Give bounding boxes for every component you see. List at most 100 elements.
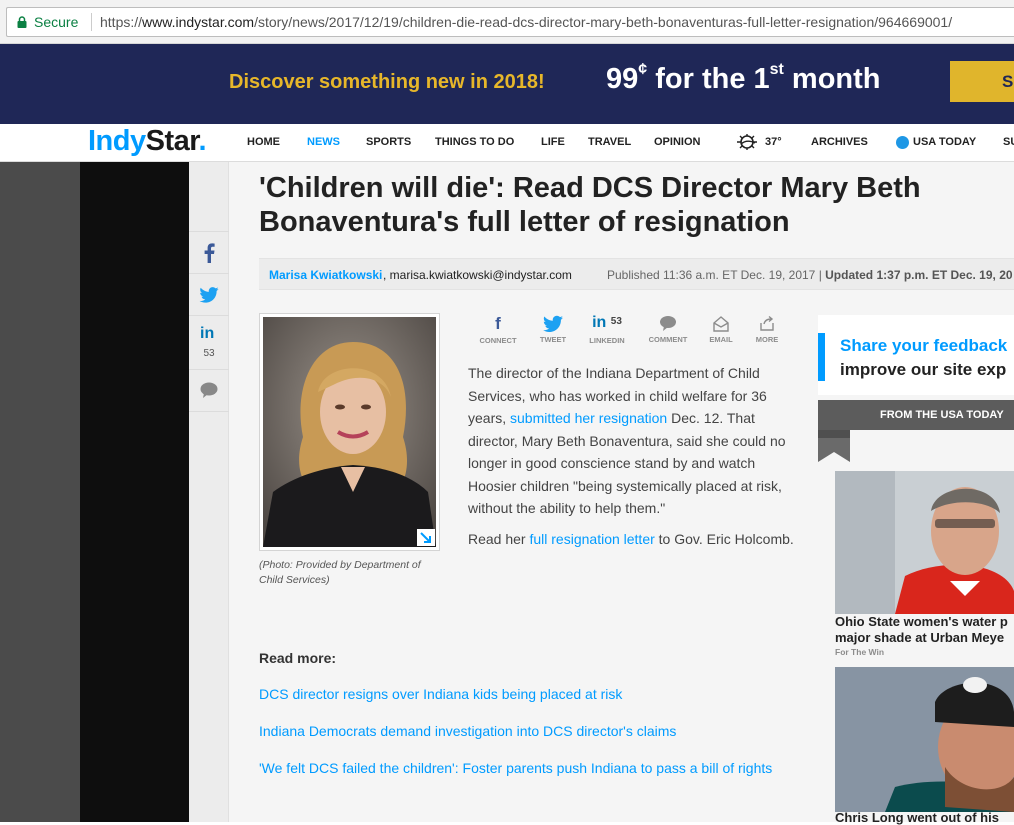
photo-caption: (Photo: Provided by Department of Child … (259, 559, 421, 586)
share-tweet-button[interactable]: TWEET (530, 314, 576, 344)
promo-cent: ¢ (638, 61, 648, 78)
nav-usa-today[interactable]: USA TODAY (913, 136, 976, 148)
weather-icon[interactable] (733, 133, 763, 151)
logo-indy: Indy (88, 125, 146, 157)
promo-banner[interactable]: Discover something new in 2018! 99¢ for … (0, 44, 1014, 124)
rail-spacer (189, 162, 229, 232)
coach-photo (835, 471, 1014, 614)
article-photo[interactable] (259, 313, 440, 551)
comment-icon (200, 382, 218, 398)
share-linkedin-label: LINKEDIN (589, 336, 625, 345)
nav-subscribe[interactable]: SU (1003, 136, 1014, 148)
article-paragraph-2: Read her full resignation letter to Gov.… (468, 531, 798, 547)
rail-linkedin-button[interactable]: in 53 (189, 316, 229, 370)
published-label: Published 11:36 a.m. ET Dec. 19, 2017 | (607, 268, 826, 282)
story-card-1-title[interactable]: Ohio State women's water p major shade at… (835, 614, 1014, 646)
full-resignation-letter-link[interactable]: full resignation letter (529, 531, 654, 547)
promo-offer-end: month (783, 63, 881, 95)
feedback-line-2: improve our site exp (840, 360, 1007, 379)
subscribe-button-label: Su (1002, 72, 1014, 91)
share-linkedin-button[interactable]: in 53 LINKEDIN (584, 314, 630, 345)
left-gutter-black (80, 162, 189, 822)
share-tweet-label: TWEET (539, 335, 567, 344)
browser-address-bar: Secure https://www.indystar.com/story/ne… (0, 0, 1014, 44)
share-comment-button[interactable]: COMMENT (645, 314, 691, 344)
facebook-icon (204, 243, 215, 263)
read-more-link-1[interactable]: DCS director resigns over Indiana kids b… (259, 686, 622, 702)
story-card-1-image[interactable] (835, 471, 1014, 614)
promo-headline: Discover something new in 2018! (229, 71, 545, 93)
nav-things-to-do[interactable]: THINGS TO DO (435, 136, 514, 148)
left-gutter-gray (0, 162, 80, 822)
feedback-line-1[interactable]: Share your feedback (840, 336, 1007, 356)
linkedin-icon: in (200, 325, 215, 342)
portrait-image (263, 317, 436, 547)
article-headline: 'Children will die': Read DCS Director M… (259, 172, 921, 238)
secure-label: Secure (34, 14, 79, 30)
story-card-1-title-line-1: Ohio State women's water p (835, 614, 1008, 629)
nav-sports[interactable]: SPORTS (366, 136, 411, 148)
rail-facebook-button[interactable] (189, 232, 229, 274)
url-scheme: https:// (100, 14, 143, 30)
article-paragraph-1: The director of the Indiana Department o… (468, 362, 798, 520)
story-card-2-image[interactable] (835, 667, 1014, 812)
share-email-label: EMAIL (709, 335, 733, 344)
read-more-link-3[interactable]: 'We felt DCS failed the children': Foste… (259, 760, 772, 776)
share-more-label: MORE (755, 335, 779, 344)
story-card-2-title[interactable]: Chris Long went out of his (835, 810, 1014, 825)
usa-today-dot-icon (896, 136, 909, 149)
nav-archives[interactable]: ARCHIVES (811, 136, 868, 148)
share-connect-button[interactable]: f CONNECT (475, 314, 521, 345)
url-path: /story/news/2017/12/19/children-die-read… (254, 14, 953, 30)
logo-dot: . (198, 125, 207, 157)
url-text[interactable]: https://www.indystar.com/story/news/2017… (100, 14, 952, 30)
nav-opinion[interactable]: OPINION (654, 136, 700, 148)
photo-of-director (263, 317, 436, 547)
comment-icon (660, 316, 676, 331)
twitter-icon (543, 315, 563, 332)
linkedin-icon: in (592, 314, 607, 331)
read-more-heading: Read more: (259, 650, 337, 666)
author-link[interactable]: Marisa Kwiatkowski (269, 268, 382, 282)
linkedin-icon-wrap: in 53 (584, 314, 630, 334)
share-arrow-icon (760, 315, 774, 331)
share-linkedin-count: 53 (610, 316, 622, 327)
paragraph-2-text-a: Read her (468, 531, 530, 547)
read-more-link-2[interactable]: Indiana Democrats demand investigation i… (259, 723, 676, 739)
nav-life[interactable]: LIFE (541, 136, 565, 148)
nav-temperature[interactable]: 37° (765, 136, 782, 148)
share-more-button[interactable]: MORE (744, 314, 790, 344)
site-nav: IndyStar. HOME NEWS SPORTS THINGS TO DO … (0, 124, 1014, 162)
lock-icon (17, 16, 27, 28)
email-icon (713, 316, 729, 332)
feedback-accent-bar (818, 333, 825, 381)
url-box[interactable]: Secure https://www.indystar.com/story/ne… (6, 7, 1014, 37)
player-photo (835, 667, 1014, 812)
subscribe-button[interactable]: Su (950, 61, 1014, 102)
twitter-icon (199, 287, 219, 303)
facebook-icon: f (495, 314, 501, 333)
logo-star: Star (145, 125, 199, 157)
promo-offer-sup: st (769, 61, 784, 78)
promo-offer-mid: for the 1 (647, 63, 770, 95)
submitted-resignation-link[interactable]: submitted her resignation (510, 410, 667, 426)
expand-icon[interactable] (417, 529, 435, 546)
ribbon-icon (818, 430, 850, 462)
nav-home[interactable]: HOME (247, 136, 280, 148)
author-email: , marisa.kwiatkowski@indystar.com (383, 268, 572, 282)
story-card-1-title-line-2: major shade at Urban Meye (835, 630, 1005, 645)
nav-news[interactable]: NEWS (307, 136, 340, 148)
rail-twitter-button[interactable] (189, 274, 229, 316)
rail-comment-button[interactable] (189, 370, 229, 412)
story-card-1-source: For The Win (835, 647, 885, 657)
share-email-button[interactable]: EMAIL (698, 314, 744, 344)
updated-label: Updated 1:37 p.m. ET Dec. 19, 20 (825, 268, 1013, 282)
byline-bar: Marisa Kwiatkowski , marisa.kwiatkowski@… (259, 258, 1014, 290)
url-separator (91, 13, 92, 31)
indystar-logo[interactable]: IndyStar. (88, 125, 206, 158)
url-domain: www.indystar.com (142, 14, 255, 30)
nav-travel[interactable]: TRAVEL (588, 136, 631, 148)
share-connect-label: CONNECT (479, 336, 517, 345)
promo-offer: 99¢ for the 1st month (606, 61, 881, 96)
linkedin-count: 53 (203, 348, 215, 359)
